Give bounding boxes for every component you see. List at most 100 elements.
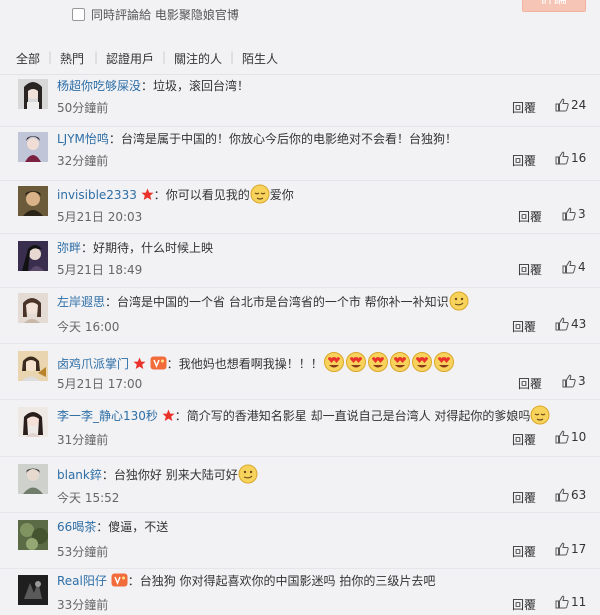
vip-badge-icon xyxy=(150,356,167,370)
reply-button[interactable]: 回覆 xyxy=(512,489,536,506)
user-avatar[interactable] xyxy=(18,186,48,216)
tab-separator: | xyxy=(48,50,53,64)
user-avatar[interactable] xyxy=(18,351,48,381)
comment-time: 5月21日 18:49 xyxy=(57,263,143,277)
like-button[interactable]: 10 xyxy=(554,429,586,445)
reply-button[interactable]: 回覆 xyxy=(512,152,536,169)
star-badge-icon xyxy=(162,409,175,421)
comment-separator: ： xyxy=(108,132,121,146)
comment-time: 31分鐘前 xyxy=(57,433,109,447)
user-avatar[interactable] xyxy=(18,520,48,550)
also-comment-checkbox[interactable] xyxy=(72,8,85,21)
comment-text: 台独你好 别来大陆可好 xyxy=(113,468,238,482)
comment-username[interactable]: 李一李_静心130秒 xyxy=(57,409,158,423)
comment-item: 李一李_静心130秒 ：简介写的香港知名影星 却一直说自己是台湾人 对得起你的爹… xyxy=(0,399,600,457)
comment-username[interactable]: blank錊 xyxy=(57,468,102,482)
comment-time: 今天 16:00 xyxy=(57,320,120,334)
comment-text: 台独狗 你对得起喜欢你的中国影迷吗 拍你的三级片去吧 xyxy=(139,574,436,588)
comment-separator: ： xyxy=(127,574,140,588)
thumbs-up-icon xyxy=(555,542,569,556)
reply-button[interactable]: 回覆 xyxy=(512,543,536,560)
comment-composer-bar: 同時評論給 电影聚隐娘官博 評論 xyxy=(0,0,600,30)
comment-item: invisible2333 ：你可以看见我的 爱你 5月21日 20:03 回覆 … xyxy=(0,180,600,234)
comment-separator: ： xyxy=(101,468,114,482)
comment-username[interactable]: invisible2333 xyxy=(57,188,137,202)
user-avatar[interactable] xyxy=(18,575,48,605)
comment-separator: ： xyxy=(174,409,187,423)
thumbs-up-icon xyxy=(555,488,569,502)
user-avatar[interactable] xyxy=(18,79,48,109)
star-badge-icon xyxy=(133,357,146,369)
comment-text-continued: 爱你 xyxy=(269,188,294,202)
like-button[interactable]: 11 xyxy=(554,594,586,610)
thumbs-up-icon xyxy=(555,430,569,444)
comment-filter-tabs: 全部 | 熱門 | 認證用戶 | 關注的人 | 陌生人 xyxy=(0,42,600,75)
submit-comment-button[interactable]: 評論 xyxy=(522,0,586,12)
comment-username[interactable]: 卤鸡爪派掌门 xyxy=(57,357,129,371)
like-button[interactable]: 3 xyxy=(561,373,586,389)
like-count: 3 xyxy=(578,374,586,388)
reply-button[interactable]: 回覆 xyxy=(512,596,536,613)
like-button[interactable]: 63 xyxy=(554,487,586,503)
comment-text: 台湾是中国的一个省 台北市是台湾省的一个市 帮你补一补知识 xyxy=(117,295,449,309)
tab-separator: | xyxy=(162,50,167,64)
like-count: 4 xyxy=(578,260,586,274)
comment-username[interactable]: 左岸遐思 xyxy=(57,295,105,309)
like-button[interactable]: 24 xyxy=(554,97,586,113)
user-avatar[interactable] xyxy=(18,132,48,162)
like-button[interactable]: 16 xyxy=(554,150,586,166)
comment-item: 左岸遐思：台湾是中国的一个省 台北市是台湾省的一个市 帮你补一补知识 今天 16… xyxy=(0,287,600,344)
comment-text: 台湾是属于中国的！你放心今后你的电影绝对不会看！台独狗！ xyxy=(120,132,457,146)
like-button[interactable]: 4 xyxy=(561,259,586,275)
comment-text: 好期待，什么时候上映 xyxy=(93,241,214,255)
user-avatar[interactable] xyxy=(18,464,48,494)
reply-button[interactable]: 回覆 xyxy=(518,375,542,392)
reply-button[interactable]: 回覆 xyxy=(512,99,536,116)
comment-time: 53分鐘前 xyxy=(57,545,109,559)
comment-username[interactable]: 弥畔 xyxy=(57,241,81,255)
user-avatar[interactable] xyxy=(18,241,48,271)
comment-username[interactable]: Real阳仔 xyxy=(57,574,107,588)
user-avatar[interactable] xyxy=(18,293,48,323)
comment-item: 杨超你吃够屎没：垃圾，滚回台湾！ 50分鐘前 回覆 24 xyxy=(0,73,600,127)
like-button[interactable]: 43 xyxy=(554,316,586,332)
tab-verified[interactable]: 認證用戶 xyxy=(106,50,154,67)
also-comment-option[interactable]: 同時評論給 电影聚隐娘官博 xyxy=(72,6,239,23)
tab-hot[interactable]: 熱門 xyxy=(60,50,84,67)
comment-time: 5月21日 17:00 xyxy=(57,377,143,391)
thumbs-up-icon xyxy=(562,260,576,274)
comment-time: 今天 15:52 xyxy=(57,491,120,505)
comment-username[interactable]: 杨超你吃够屎没 xyxy=(57,79,141,93)
tab-all[interactable]: 全部 xyxy=(16,50,40,67)
tab-following[interactable]: 關注的人 xyxy=(174,50,222,67)
reply-button[interactable]: 回覆 xyxy=(518,261,542,278)
comment-item: LJYM怡鸣：台湾是属于中国的！你放心今后你的电影绝对不会看！台独狗！ 32分鐘… xyxy=(0,126,600,181)
comment-separator: ： xyxy=(153,188,166,202)
comment-username[interactable]: LJYM怡鸣 xyxy=(57,132,109,146)
reply-button[interactable]: 回覆 xyxy=(512,318,536,335)
comment-separator: ： xyxy=(166,357,179,371)
tab-strangers[interactable]: 陌生人 xyxy=(242,50,278,67)
like-button[interactable]: 3 xyxy=(561,206,586,222)
comment-time: 33分鐘前 xyxy=(57,598,109,612)
thumbs-up-icon xyxy=(555,317,569,331)
like-button[interactable]: 17 xyxy=(554,541,586,557)
relieved-face-emoji-icon xyxy=(250,184,270,204)
comment-time: 50分鐘前 xyxy=(57,101,109,115)
comment-text: 你可以看见我的 xyxy=(165,188,250,202)
reply-button[interactable]: 回覆 xyxy=(512,431,536,448)
like-count: 24 xyxy=(571,98,587,112)
like-count: 11 xyxy=(571,595,587,609)
thumbs-up-icon xyxy=(555,595,569,609)
like-count: 63 xyxy=(571,488,587,502)
comment-username[interactable]: 66喝茶 xyxy=(57,520,96,534)
like-count: 16 xyxy=(571,151,587,165)
comment-item: blank錊：台独你好 别来大陆可好 今天 15:52 回覆 63 xyxy=(0,456,600,513)
reply-button[interactable]: 回覆 xyxy=(518,208,542,225)
comment-text: 垃圾，滚回台湾！ xyxy=(153,79,250,93)
like-count: 3 xyxy=(578,207,586,221)
thumbs-up-icon xyxy=(555,98,569,112)
comment-text: 我他妈也想看啊我操！！！ xyxy=(178,357,323,371)
user-avatar[interactable] xyxy=(18,407,48,437)
tab-separator: | xyxy=(230,50,235,64)
